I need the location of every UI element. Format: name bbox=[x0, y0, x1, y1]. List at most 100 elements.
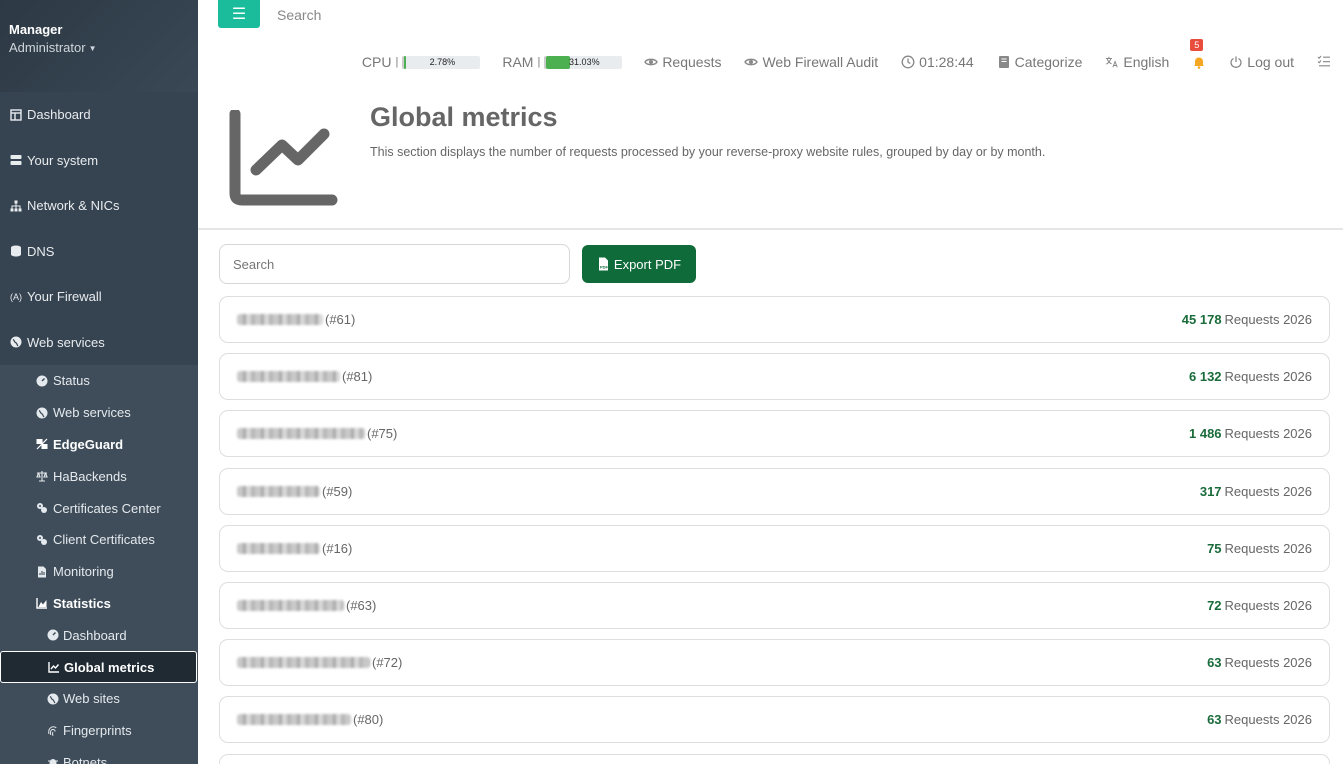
sidebar-subitem-label: HaBackends bbox=[53, 468, 127, 484]
svg-text:PDF: PDF bbox=[600, 265, 609, 270]
list-item-id: (#61) bbox=[325, 312, 356, 327]
export-pdf-button[interactable]: PDF Export PDF bbox=[582, 245, 696, 283]
list-item[interactable]: (#59) 317 Requests 2026 bbox=[219, 467, 1330, 515]
categorize-link[interactable]: Categorize bbox=[997, 54, 1082, 70]
redacted-hostname bbox=[237, 542, 320, 554]
globe-icon bbox=[36, 407, 48, 419]
list-item[interactable]: (#72) 63 Requests 2026 bbox=[219, 639, 1330, 687]
file-chart-icon bbox=[36, 566, 48, 578]
request-count: 63 bbox=[1207, 655, 1222, 671]
top-search-input[interactable]: Search bbox=[277, 7, 321, 23]
list-item[interactable] bbox=[219, 753, 1330, 764]
sidebar-item-label: Web services bbox=[27, 334, 105, 350]
separator: | bbox=[537, 56, 541, 68]
list-item[interactable]: (#81) 6 132 Requests 2026 bbox=[219, 353, 1330, 401]
sidebar-stats-label: Botnets bbox=[63, 754, 108, 764]
list-item-name: (#72) bbox=[237, 655, 402, 670]
list-item[interactable]: (#61) 45 178 Requests 2026 bbox=[219, 296, 1330, 343]
sidebar-item-your-firewall[interactable]: (A) Your Firewall bbox=[0, 274, 198, 320]
request-suffix: Requests 2026 bbox=[1224, 369, 1312, 385]
request-suffix: Requests 2026 bbox=[1224, 483, 1312, 499]
sidebar-item-dashboard[interactable]: Dashboard bbox=[0, 92, 198, 138]
sidebar-subitem-label: EdgeGuard bbox=[53, 436, 124, 452]
sidebar-subitem-statistics[interactable]: Statistics bbox=[0, 588, 198, 620]
chart-line-icon bbox=[228, 108, 338, 206]
request-count: 63 bbox=[1207, 712, 1222, 728]
sidebar-item-your-system[interactable]: Your system bbox=[0, 138, 198, 184]
sidebar: Manager Administrator ▼ Dashboard Your sy… bbox=[0, 0, 198, 764]
sidebar-stats-label: Fingerprints bbox=[63, 723, 132, 739]
network-icon bbox=[10, 200, 22, 212]
hamburger-icon: ☰ bbox=[231, 6, 247, 23]
eye-icon bbox=[644, 55, 659, 69]
translate-icon bbox=[1105, 55, 1119, 69]
request-count: 1 486 bbox=[1189, 426, 1222, 442]
clock: 01:28:44 bbox=[901, 54, 974, 70]
certificate-icon bbox=[36, 502, 48, 514]
sidebar-stats-global-metrics[interactable]: Global metrics bbox=[0, 651, 197, 683]
logout-button[interactable]: Log out bbox=[1229, 54, 1294, 70]
sidebar-submenu-web-services: Status Web services EdgeGuard HaBackends… bbox=[0, 365, 198, 764]
sidebar-subitem-web-services[interactable]: Web services bbox=[0, 397, 198, 429]
sidebar-stats-fingerprints[interactable]: Fingerprints bbox=[0, 715, 198, 747]
list-item-name: (#63) bbox=[237, 598, 376, 613]
sidebar-item-label: DNS bbox=[27, 243, 55, 259]
sidebar-item-label: Your system bbox=[27, 152, 99, 168]
tasks-button[interactable] bbox=[1317, 54, 1331, 71]
search-input[interactable] bbox=[219, 244, 570, 284]
redacted-hostname bbox=[237, 314, 323, 325]
layout-icon bbox=[10, 109, 22, 121]
sidebar-stats-dashboard[interactable]: Dashboard bbox=[0, 619, 198, 651]
redacted-hostname bbox=[237, 485, 320, 497]
sidebar-stats-web-sites[interactable]: Web sites bbox=[0, 683, 198, 715]
list-item-name: (#81) bbox=[237, 369, 372, 384]
list-item-id: (#72) bbox=[372, 655, 403, 671]
sidebar-item-network[interactable]: Network & NICs bbox=[0, 183, 198, 229]
list-item-name: (#80) bbox=[237, 712, 383, 727]
page-description: This section displays the number of requ… bbox=[370, 145, 1046, 159]
redacted-hostname bbox=[237, 657, 370, 669]
list-item-id: (#63) bbox=[346, 597, 377, 613]
ram-value: 31.03% bbox=[569, 56, 600, 67]
list-item[interactable]: (#16) 75 Requests 2026 bbox=[219, 524, 1330, 572]
list-item[interactable]: (#63) 72 Requests 2026 bbox=[219, 581, 1330, 629]
language-selector[interactable]: English bbox=[1105, 54, 1169, 70]
list-item-count: 1 486 Requests 2026 bbox=[1189, 426, 1312, 441]
list-item[interactable]: (#80) 63 Requests 2026 bbox=[219, 696, 1330, 744]
gauge-icon bbox=[47, 629, 59, 641]
balance-icon bbox=[36, 470, 48, 482]
list-item-name: (#75) bbox=[237, 426, 397, 441]
sidebar-subitem-status[interactable]: Status bbox=[0, 365, 198, 397]
power-icon bbox=[1229, 55, 1243, 69]
server-icon bbox=[10, 154, 22, 166]
list-item[interactable]: (#75) 1 486 Requests 2026 bbox=[219, 410, 1330, 458]
menu-toggle-button[interactable]: ☰ bbox=[218, 0, 260, 28]
request-count: 45 178 bbox=[1181, 312, 1222, 327]
sidebar-subitem-edgeguard[interactable]: EdgeGuard bbox=[0, 429, 198, 461]
cpu-value: 2.78% bbox=[429, 56, 456, 67]
web-firewall-audit-link[interactable]: Web Firewall Audit bbox=[744, 54, 878, 70]
sidebar-stats-botnets[interactable]: Botnets bbox=[0, 747, 198, 764]
sidebar-subitem-monitoring[interactable]: Monitoring bbox=[0, 556, 198, 588]
status-bar: CPU | 2.78% RAM | 31.03% Requests Web Fire… bbox=[362, 39, 1331, 72]
sidebar-subitem-client-certificates[interactable]: Client Certificates bbox=[0, 524, 198, 556]
gauge-icon bbox=[36, 375, 48, 387]
list-item-count: 63 Requests 2026 bbox=[1207, 712, 1312, 727]
list-item-name: (#61) bbox=[237, 312, 355, 327]
chart-area-icon bbox=[36, 597, 48, 610]
list-item-count: 75 Requests 2026 bbox=[1207, 541, 1312, 556]
requests-link[interactable]: Requests bbox=[644, 54, 721, 70]
redacted-hostname bbox=[237, 714, 351, 726]
chart-line-icon bbox=[48, 661, 60, 673]
sidebar-subitem-habackends[interactable]: HaBackends bbox=[0, 460, 198, 492]
export-pdf-label: Export PDF bbox=[613, 256, 682, 272]
notifications-button[interactable]: 5 bbox=[1190, 39, 1206, 69]
user-role-label: Administrator bbox=[9, 40, 86, 55]
requests-label: Requests bbox=[662, 54, 722, 70]
user-role-dropdown[interactable]: Administrator ▼ bbox=[9, 40, 189, 55]
sidebar-item-label: Dashboard bbox=[27, 107, 91, 123]
sidebar-stats-label: Web sites bbox=[63, 691, 120, 707]
sidebar-item-dns[interactable]: DNS bbox=[0, 229, 198, 275]
sidebar-subitem-certificates-center[interactable]: Certificates Center bbox=[0, 492, 198, 524]
sidebar-item-web-services[interactable]: Web services bbox=[0, 320, 198, 366]
